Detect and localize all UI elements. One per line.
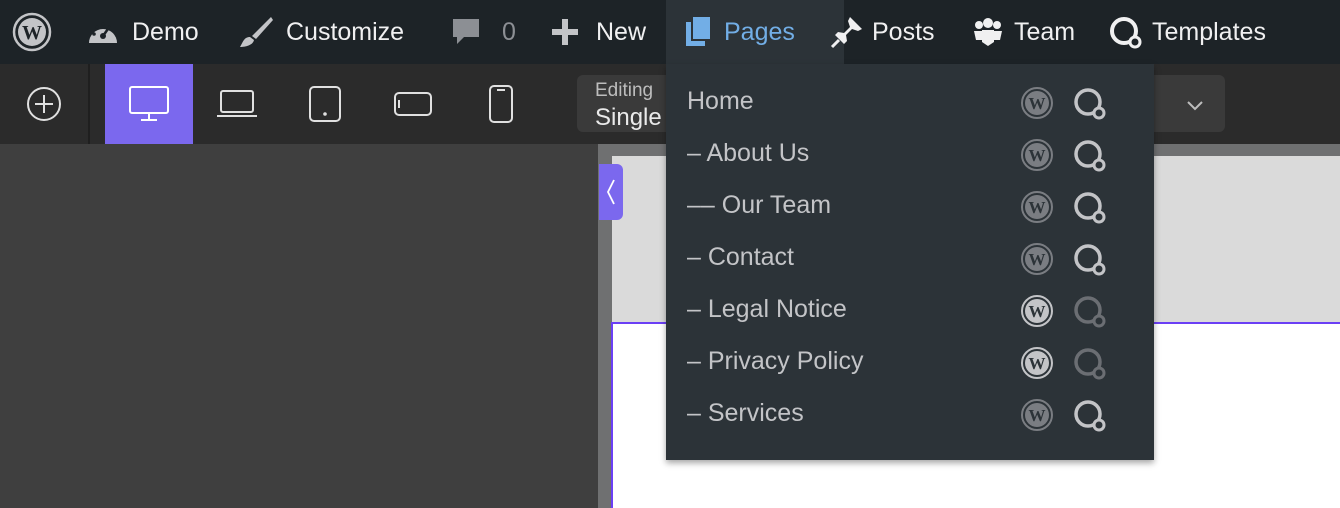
edit-with-wordpress-icon[interactable]: W: [1020, 346, 1054, 385]
svg-text:W: W: [1029, 198, 1046, 217]
pages-menu-item-label[interactable]: – Privacy Policy: [687, 347, 863, 376]
svg-text:W: W: [22, 22, 42, 44]
pages-menu-item-label[interactable]: –– Our Team: [687, 191, 831, 220]
chevron-left-icon: [606, 179, 615, 205]
pushpin-icon: [830, 17, 862, 49]
team-link[interactable]: Team: [972, 0, 1075, 64]
editing-caption: Editing: [595, 80, 654, 101]
new-content-menu[interactable]: New: [550, 0, 646, 64]
edit-with-wordpress-icon[interactable]: W: [1020, 190, 1054, 229]
svg-text:W: W: [1029, 250, 1046, 269]
site-name-menu[interactable]: Demo: [86, 0, 199, 64]
team-label: Team: [1014, 17, 1076, 46]
admin-bar: W Demo Customize 0 New Pages Posts Team …: [0, 0, 1340, 64]
paintbrush-icon: [240, 17, 273, 47]
edit-with-wordpress-icon[interactable]: W: [1020, 138, 1054, 177]
svg-text:W: W: [1029, 302, 1046, 321]
dashboard-gauge-icon: [89, 22, 117, 43]
svg-text:W: W: [1029, 406, 1046, 425]
edit-with-oxygen-icon[interactable]: [1072, 346, 1108, 387]
pages-menu-item[interactable]: – Legal Notice W: [666, 285, 1154, 337]
edit-with-oxygen-icon[interactable]: [1072, 294, 1108, 335]
templates-label: Templates: [1152, 17, 1266, 46]
edit-with-wordpress-icon[interactable]: W: [1020, 398, 1054, 437]
site-name-label: Demo: [132, 17, 199, 46]
customize-link[interactable]: Customize: [238, 0, 404, 64]
pages-menu-item[interactable]: Home W: [666, 77, 1154, 129]
device-tablet-button[interactable]: [281, 64, 369, 144]
plus-icon: [552, 19, 578, 45]
add-circle-icon: [27, 87, 61, 121]
toolbar-divider: [88, 64, 90, 144]
posts-link[interactable]: Posts: [830, 0, 935, 64]
pages-icon: [686, 16, 712, 46]
pages-menu-item-label[interactable]: – Services: [687, 399, 804, 428]
pages-label: Pages: [724, 17, 795, 46]
mobile-phone-icon: [489, 85, 513, 123]
pages-menu-item[interactable]: – About Us W: [666, 129, 1154, 181]
device-mobile-button[interactable]: [457, 64, 545, 144]
laptop-icon: [217, 90, 257, 117]
wordpress-logo-menu[interactable]: W: [12, 0, 52, 64]
pages-menu-item-label[interactable]: – Legal Notice: [687, 295, 847, 324]
pages-menu-item[interactable]: –– Our Team W: [666, 181, 1154, 233]
svg-text:W: W: [1029, 354, 1046, 373]
device-desktop-button[interactable]: [105, 64, 193, 144]
svg-text:W: W: [1029, 146, 1046, 165]
collapse-panel-button[interactable]: [599, 164, 623, 220]
desktop-monitor-icon: [129, 86, 169, 121]
pages-menu-item-label[interactable]: – About Us: [687, 139, 809, 168]
new-label: New: [596, 17, 647, 46]
pages-menu-item-label[interactable]: – Contact: [687, 243, 794, 272]
svg-text:W: W: [1029, 94, 1046, 113]
pages-menu-trigger[interactable]: Pages: [666, 0, 844, 64]
tablet-icon: [309, 86, 341, 122]
edit-with-oxygen-icon[interactable]: [1072, 190, 1108, 231]
templates-link[interactable]: Templates: [1108, 0, 1266, 64]
edit-with-wordpress-icon[interactable]: W: [1020, 86, 1054, 125]
wordpress-logo-icon: W: [12, 12, 52, 52]
structure-panel: [0, 144, 598, 508]
comments-count: 0: [502, 17, 516, 46]
team-people-icon: [974, 18, 1002, 46]
posts-label: Posts: [872, 17, 935, 46]
comments-link[interactable]: 0: [450, 0, 516, 64]
edit-with-wordpress-icon[interactable]: W: [1020, 242, 1054, 281]
oxygen-q-icon: [1110, 17, 1142, 49]
device-tablet-landscape-button[interactable]: [369, 64, 457, 144]
edit-with-oxygen-icon[interactable]: [1072, 86, 1108, 127]
pages-menu-item[interactable]: – Contact W: [666, 233, 1154, 285]
pages-dropdown-menu: Home W – About Us W –– Our Team W – Contact W – …: [666, 64, 1154, 460]
comment-bubble-icon: [453, 19, 479, 44]
device-laptop-button[interactable]: [193, 64, 281, 144]
edit-with-oxygen-icon[interactable]: [1072, 398, 1108, 439]
pages-menu-item[interactable]: – Privacy Policy W: [666, 337, 1154, 389]
edit-with-oxygen-icon[interactable]: [1072, 242, 1108, 283]
add-element-button[interactable]: [0, 64, 88, 144]
edit-with-wordpress-icon[interactable]: W: [1020, 294, 1054, 333]
pages-menu-item[interactable]: – Services W: [666, 389, 1154, 441]
pages-menu-item-label[interactable]: Home: [687, 87, 754, 116]
edit-with-oxygen-icon[interactable]: [1072, 138, 1108, 179]
editing-value: Single: [595, 104, 662, 131]
chevron-down-icon: [1187, 101, 1203, 111]
customize-label: Customize: [286, 17, 405, 46]
phone-landscape-icon: [394, 92, 432, 116]
